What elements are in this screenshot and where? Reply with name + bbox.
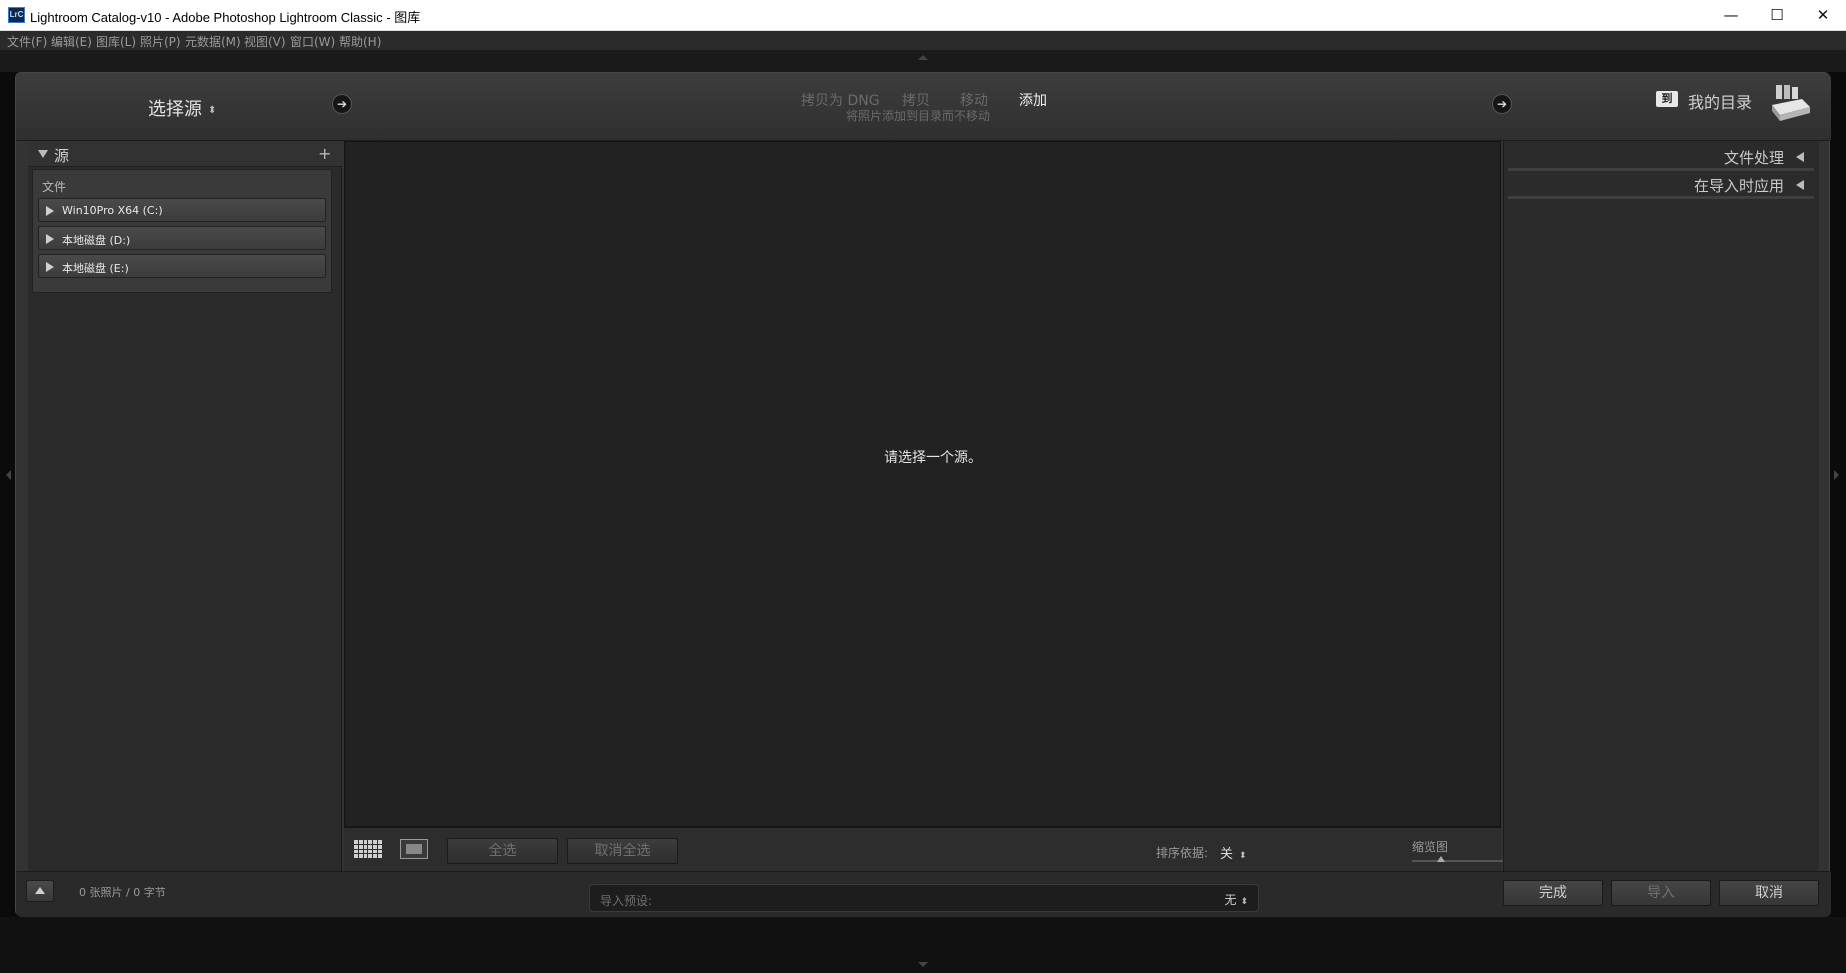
grid-view-icon[interactable] [354,840,382,858]
menu-photo[interactable]: 照片(P) [140,33,181,50]
minimize-button[interactable]: — [1708,0,1754,30]
import-button[interactable]: 导入 [1611,880,1711,906]
catalog-label: 我的目录 [1688,93,1753,112]
thumbnail-slider-track[interactable] [1412,860,1508,862]
menu-bar: 文件(F) 编辑(E) 图库(L) 照片(P) 元数据(M) 视图(V) 窗口(… [0,31,1846,50]
chevron-up-icon [35,887,45,894]
updown-icon: ⬍ [1240,897,1248,907]
menu-help[interactable]: 帮助(H) [339,33,381,50]
drive-row-c[interactable]: Win10Pro X64 (C:) [38,198,326,222]
close-button[interactable]: ✕ [1800,0,1846,30]
source-panel-header[interactable]: 源 + [28,141,342,167]
import-preset-dropdown[interactable]: 导入预设: 无 ⬍ [589,884,1259,912]
mode-add[interactable]: 添加 [1019,90,1047,110]
lightroom-app-icon: LrC [8,7,25,23]
import-preset-label: 导入预设: [600,894,653,908]
right-panel-toggle-icon[interactable] [1834,470,1839,480]
sort-label: 排序依据: [1156,846,1209,860]
select-source-label: 选择源 [148,99,202,120]
cancel-button[interactable]: 取消 [1719,880,1819,906]
grid-toolbar: 全选 取消全选 排序依据: 关 ⬍ 缩览图 [344,827,1508,871]
loupe-view-icon[interactable] [400,839,428,859]
top-panel-toggle-icon[interactable] [918,55,928,60]
select-source-dropdown[interactable]: 选择源 ⬍ [148,95,216,121]
expand-triangle-icon[interactable] [46,262,54,272]
drive-name: Win10Pro X64 (C:) [62,204,163,217]
bottom-panel-toggle-icon[interactable] [918,962,928,967]
collapse-dialog-button[interactable] [26,880,54,902]
expand-triangle-icon[interactable] [46,206,54,216]
file-handling-section[interactable]: 文件处理 [1508,143,1814,171]
import-dialog: 选择源 ⬍ ➔ 拷贝为 DNG 拷贝 移动 添加 将照片添加到目录而不移动 ➔ 到… [15,72,1831,917]
select-all-button[interactable]: 全选 [447,838,558,864]
photo-grid-area: 请选择一个源。 [344,141,1501,827]
sort-value: 关 [1220,847,1234,862]
source-arrow-icon[interactable]: ➔ [332,94,352,114]
file-handling-title: 文件处理 [1723,149,1784,167]
expand-triangle-icon[interactable] [46,234,54,244]
files-section: 文件 Win10Pro X64 (C:) 本地磁盘 (D:) 本地磁盘 (E:) [32,169,332,293]
mode-description: 将照片添加到目录而不移动 [846,109,991,123]
top-panel-strip [0,50,1846,72]
drive-name: 本地磁盘 (E:) [62,262,129,275]
photo-count-status: 0 张照片 / 0 字节 [79,886,166,899]
maximize-button[interactable]: ☐ [1754,0,1800,30]
thumbnail-label: 缩览图 [1412,840,1449,854]
thumbnail-slider-handle[interactable] [1436,856,1445,862]
menu-edit[interactable]: 编辑(E) [51,33,92,50]
add-source-icon[interactable]: + [318,144,331,163]
title-bar: LrC Lightroom Catalog-v10 - Adobe Photos… [0,0,1846,31]
menu-metadata[interactable]: 元数据(M) [185,33,241,50]
menu-window[interactable]: 窗口(W) [290,33,335,50]
apply-during-import-section[interactable]: 在导入时应用 [1508,171,1814,199]
window-title: Lightroom Catalog-v10 - Adobe Photoshop … [30,10,421,25]
menu-view[interactable]: 视图(V) [244,33,286,50]
expand-triangle-icon[interactable] [1796,152,1804,162]
source-panel-title: 源 [54,147,70,165]
lightroom-import-window: LrC Lightroom Catalog-v10 - Adobe Photos… [0,0,1846,973]
import-header: 选择源 ⬍ ➔ 拷贝为 DNG 拷贝 移动 添加 将照片添加到目录而不移动 ➔ 到… [16,73,1831,141]
updown-icon: ⬍ [208,104,217,116]
source-panel: 源 + 文件 Win10Pro X64 (C:) 本地磁盘 (D:) 本地磁盘 … [28,141,342,871]
catalog-to-icon: 到 [1656,91,1678,107]
empty-source-message: 请选择一个源。 [884,450,982,466]
menu-library[interactable]: 图库(L) [96,33,136,50]
import-preset-value: 无 [1224,893,1237,907]
import-preset-value-wrap: 无 ⬍ [1224,891,1248,908]
sort-dropdown[interactable]: 关 ⬍ [1220,843,1247,862]
right-settings-panel: 文件处理 在导入时应用 [1503,141,1819,871]
left-panel-toggle-icon[interactable] [6,470,11,480]
drive-row-d[interactable]: 本地磁盘 (D:) [38,226,326,250]
done-button[interactable]: 完成 [1503,880,1603,906]
destination-arrow-icon[interactable]: ➔ [1492,94,1512,114]
expand-triangle-icon[interactable] [1796,180,1804,190]
updown-icon: ⬍ [1239,851,1247,861]
hard-drive-icon [1772,85,1810,121]
files-label: 文件 [42,180,67,194]
import-footer: 0 张照片 / 0 字节 导入预设: 无 ⬍ 完成 导入 取消 [16,871,1831,917]
menu-file[interactable]: 文件(F) [7,33,47,50]
deselect-all-button[interactable]: 取消全选 [567,838,678,864]
collapse-triangle-icon[interactable] [38,150,48,158]
apply-during-import-title: 在导入时应用 [1693,177,1784,195]
drive-row-e[interactable]: 本地磁盘 (E:) [38,254,326,278]
drive-name: 本地磁盘 (D:) [62,234,131,247]
